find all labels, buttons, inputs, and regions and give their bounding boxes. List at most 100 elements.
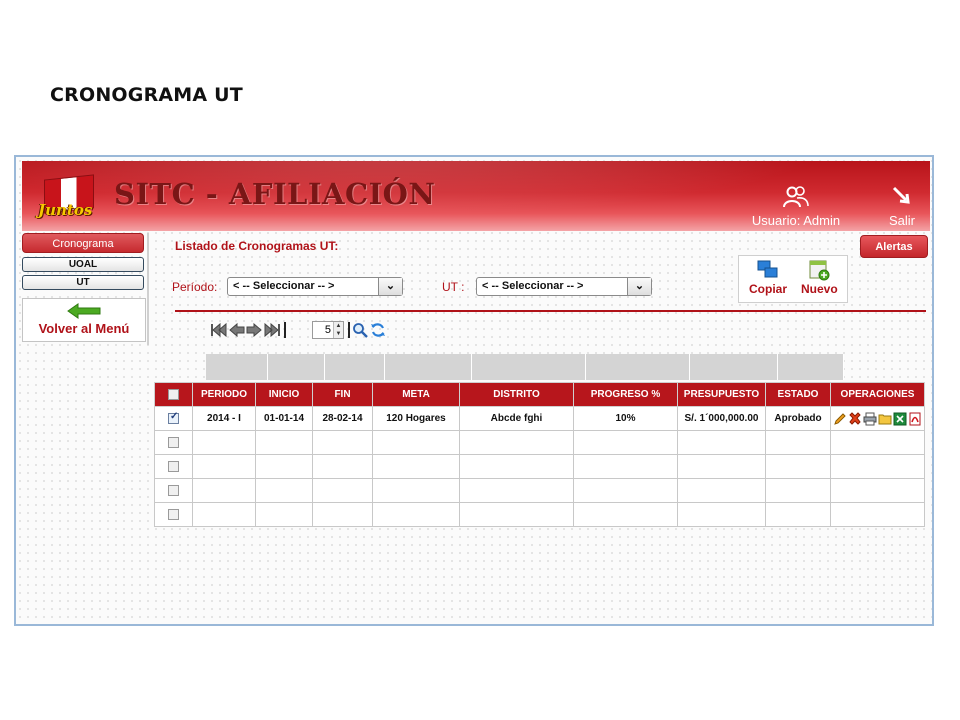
- filter-header-cell: [472, 354, 586, 380]
- chevron-down-icon[interactable]: ⌄: [627, 278, 651, 295]
- row-select-cell: [154, 478, 193, 503]
- row-select-cell: [154, 502, 193, 527]
- column-header[interactable]: DISTRITO: [459, 382, 574, 407]
- next-page-icon[interactable]: [246, 322, 262, 338]
- row-checkbox[interactable]: [168, 460, 179, 472]
- last-page-icon[interactable]: [263, 322, 281, 338]
- row-select-cell: [154, 430, 193, 455]
- chevron-down-icon[interactable]: ⌄: [378, 278, 402, 295]
- ut-select[interactable]: < -- Seleccionar -- > ⌄: [476, 277, 652, 296]
- back-arrow-icon: [67, 303, 101, 319]
- prev-page-icon[interactable]: [229, 322, 245, 338]
- table-cell: S/. 1´000,000.00: [677, 406, 766, 431]
- select-all-cell: [154, 382, 193, 407]
- sidebar-item-uoal[interactable]: UOAL: [22, 257, 144, 272]
- table-row[interactable]: 2014 - I 01-01-14 28-02-14 120 Hogares A…: [154, 406, 925, 431]
- column-header[interactable]: INICIO: [255, 382, 313, 407]
- print-icon[interactable]: [863, 412, 877, 426]
- exit-icon: [892, 186, 910, 204]
- search-icon[interactable]: [352, 322, 368, 338]
- exit-label: Salir: [888, 213, 915, 228]
- spinner-icon[interactable]: ▲ ▼: [333, 322, 343, 338]
- sidebar-item-ut[interactable]: UT: [22, 275, 144, 290]
- back-label: Volver al Menú: [38, 321, 130, 336]
- table-row-empty[interactable]: [154, 502, 925, 527]
- select-all-checkbox[interactable]: [168, 388, 179, 400]
- row-select-cell: [154, 406, 193, 431]
- copy-button[interactable]: Copiar: [749, 259, 787, 296]
- filter-header-cell: [325, 354, 385, 380]
- section-divider: [175, 310, 926, 312]
- user-icon: [783, 186, 809, 208]
- filter-header-cell: [586, 354, 690, 380]
- filter-header-cell: [778, 354, 844, 380]
- ut-label: UT :: [442, 280, 465, 294]
- sidebar-divider: [147, 233, 149, 345]
- logo-text: Juntos: [38, 201, 93, 219]
- column-header[interactable]: FIN: [312, 382, 373, 407]
- list-title: Listado de Cronogramas UT:: [175, 239, 339, 253]
- delete-icon[interactable]: [848, 411, 862, 426]
- table-cell: 28-02-14: [312, 406, 373, 431]
- table-cell: 10%: [573, 406, 678, 431]
- column-header[interactable]: META: [372, 382, 460, 407]
- refresh-icon[interactable]: [370, 322, 386, 338]
- page-title: CRONOGRAMA UT: [50, 84, 243, 106]
- page-size-value: 5: [324, 324, 331, 336]
- back-to-menu-button[interactable]: Volver al Menú: [22, 298, 146, 342]
- copy-icon: [757, 260, 778, 278]
- excel-icon[interactable]: [893, 412, 907, 426]
- folder-icon[interactable]: [878, 412, 892, 426]
- filter-header-cell: [268, 354, 325, 380]
- new-button[interactable]: Nuevo: [801, 259, 838, 296]
- action-box: Copiar Nuevo: [738, 255, 848, 303]
- app-header: Juntos SITC - AFILIACIÓN Usuario: Admin …: [22, 161, 930, 231]
- sidebar: Cronograma UOAL UT Volver al Menú: [22, 233, 148, 342]
- table-row-empty[interactable]: [154, 454, 925, 479]
- row-checkbox[interactable]: [168, 484, 179, 496]
- ut-select-value: < -- Seleccionar -- >: [482, 280, 584, 292]
- filter-header-cell: [206, 354, 268, 380]
- alerts-button[interactable]: Alertas: [860, 235, 928, 258]
- sidebar-section-cronograma[interactable]: Cronograma: [22, 233, 144, 253]
- column-header[interactable]: ESTADO: [765, 382, 831, 407]
- period-select[interactable]: < -- Seleccionar -- > ⌄: [227, 277, 403, 296]
- filter-header-row: [206, 354, 844, 380]
- new-icon: [809, 260, 830, 281]
- operations-cell: [830, 406, 925, 431]
- edit-icon[interactable]: [833, 412, 847, 426]
- column-header[interactable]: PRESUPUESTO: [677, 382, 766, 407]
- pdf-icon[interactable]: [908, 412, 922, 426]
- table-header-row: PERIODO INICIO FIN META DISTRITO PROGRES…: [154, 382, 925, 407]
- table-cell: Aprobado: [765, 406, 831, 431]
- row-checkbox[interactable]: [168, 411, 179, 424]
- column-header[interactable]: PERIODO: [192, 382, 256, 407]
- period-label: Período:: [172, 280, 218, 294]
- table-cell: 120 Hogares: [372, 406, 460, 431]
- row-checkbox[interactable]: [168, 508, 179, 520]
- user-label: Usuario: Admin: [751, 213, 841, 228]
- pager-separator: [348, 322, 350, 338]
- table-cell: 01-01-14: [255, 406, 313, 431]
- first-page-icon[interactable]: [210, 322, 228, 338]
- exit-button[interactable]: Salir: [882, 185, 922, 228]
- column-header[interactable]: PROGRESO %: [573, 382, 678, 407]
- period-select-value: < -- Seleccionar -- >: [233, 280, 335, 292]
- column-header: OPERACIONES: [830, 382, 925, 407]
- table-row-empty[interactable]: [154, 430, 925, 455]
- user-menu[interactable]: Usuario: Admin: [746, 185, 846, 228]
- new-label: Nuevo: [801, 282, 838, 296]
- filter-header-cell: [690, 354, 778, 380]
- table-cell: Abcde fghi: [459, 406, 574, 431]
- schedule-table: PERIODO INICIO FIN META DISTRITO PROGRES…: [154, 382, 925, 527]
- copy-label: Copiar: [749, 282, 788, 296]
- app-title: SITC - AFILIACIÓN: [114, 177, 436, 211]
- logo: Juntos: [38, 174, 98, 221]
- table-row-empty[interactable]: [154, 478, 925, 503]
- row-checkbox[interactable]: [168, 436, 179, 448]
- app-frame: Juntos SITC - AFILIACIÓN Usuario: Admin …: [14, 155, 934, 626]
- filter-header-cell: [385, 354, 472, 380]
- row-select-cell: [154, 454, 193, 479]
- table-cell: 2014 - I: [192, 406, 256, 431]
- page-size-input[interactable]: 5 ▲ ▼: [312, 321, 344, 339]
